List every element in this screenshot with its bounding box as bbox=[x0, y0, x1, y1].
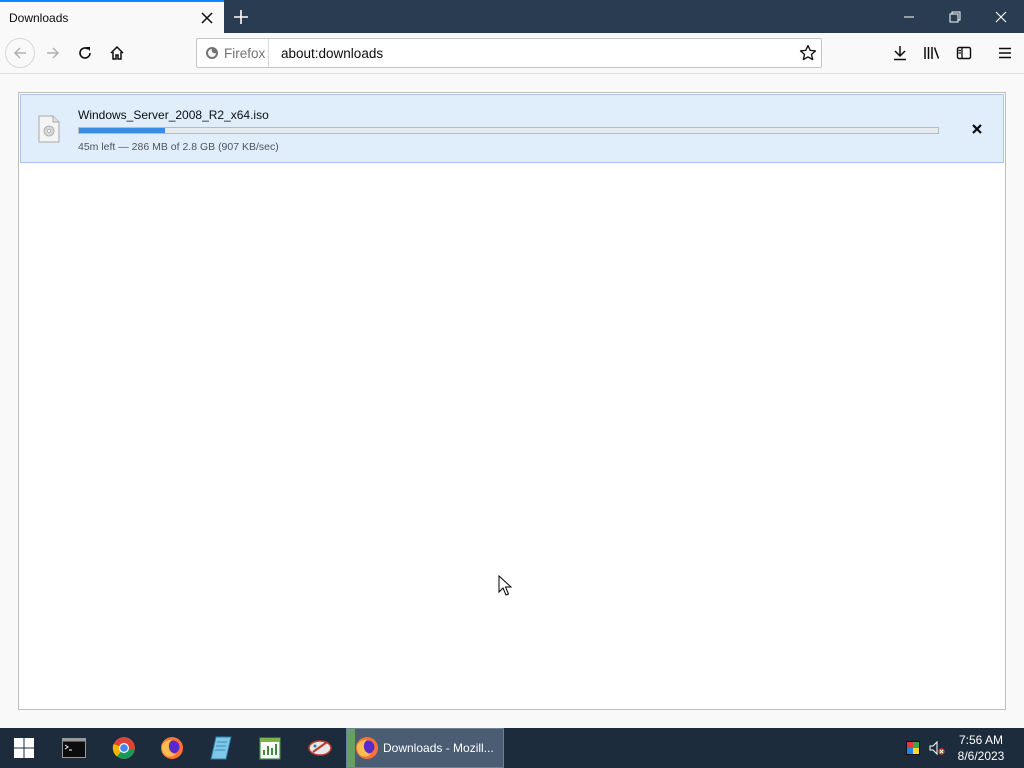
command-prompt-icon bbox=[62, 738, 86, 758]
restore-button[interactable] bbox=[932, 0, 978, 33]
close-icon bbox=[995, 11, 1007, 22]
cancel-download-icon[interactable] bbox=[970, 122, 984, 136]
system-clock[interactable]: 7:56 AM 8/6/2023 bbox=[950, 732, 1012, 764]
taskbar-active-window[interactable]: Downloads - Mozill... bbox=[346, 728, 504, 768]
library-button[interactable] bbox=[917, 38, 947, 68]
reload-button[interactable] bbox=[70, 38, 100, 68]
download-progress-fill bbox=[79, 128, 165, 133]
taskbar-firefox[interactable] bbox=[148, 728, 196, 768]
spreadsheet-icon bbox=[259, 737, 281, 760]
tab-downloads[interactable]: Downloads bbox=[0, 0, 224, 33]
taskbar-active-accent bbox=[347, 729, 355, 767]
paint-tool-icon bbox=[308, 740, 332, 756]
downloads-button[interactable] bbox=[885, 38, 915, 68]
tab-title: Downloads bbox=[9, 11, 69, 25]
sidebar-icon bbox=[956, 46, 972, 60]
home-icon bbox=[110, 45, 124, 60]
taskbar-command-prompt[interactable] bbox=[50, 728, 98, 768]
home-button[interactable] bbox=[102, 38, 132, 68]
forward-button[interactable] bbox=[38, 38, 68, 68]
close-tab-icon[interactable] bbox=[199, 10, 215, 26]
minimize-icon bbox=[904, 16, 914, 17]
clock-date: 8/6/2023 bbox=[957, 749, 1005, 763]
identity-label: Firefox bbox=[224, 46, 266, 61]
back-button[interactable] bbox=[5, 38, 35, 68]
title-bar: Downloads bbox=[0, 0, 1024, 33]
reload-icon bbox=[79, 47, 91, 59]
taskbar-paint-tool[interactable] bbox=[296, 728, 344, 768]
back-arrow-icon bbox=[13, 47, 26, 59]
downloads-list: Windows_Server_2008_R2_x64.iso 45m left … bbox=[18, 92, 1006, 710]
download-progress-bar bbox=[78, 127, 939, 134]
hamburger-menu-icon bbox=[999, 47, 1011, 59]
sidebar-button[interactable] bbox=[949, 38, 979, 68]
bookmark-star-icon[interactable] bbox=[799, 44, 817, 62]
clock-time: 7:56 AM bbox=[958, 733, 1004, 747]
color-tray-icon[interactable] bbox=[905, 740, 921, 756]
url-bar[interactable]: Firefox about:downloads bbox=[196, 38, 822, 68]
firefox-icon bbox=[356, 737, 378, 759]
chrome-icon bbox=[112, 737, 135, 759]
download-filename: Windows_Server_2008_R2_x64.iso bbox=[78, 108, 269, 122]
minimize-button[interactable] bbox=[886, 0, 932, 33]
download-status: 45m left — 286 MB of 2.8 GB (907 KB/sec) bbox=[78, 141, 279, 153]
download-item[interactable]: Windows_Server_2008_R2_x64.iso 45m left … bbox=[20, 94, 1004, 163]
download-arrow-icon bbox=[894, 46, 906, 61]
navigation-toolbar: Firefox about:downloads bbox=[0, 33, 1024, 74]
firefox-identity-icon bbox=[206, 47, 218, 59]
taskbar: Downloads - Mozill... 7:56 AM 8/6/2023 bbox=[0, 728, 1024, 768]
new-tab-plus-icon[interactable] bbox=[230, 6, 252, 28]
taskbar-spreadsheet[interactable] bbox=[246, 728, 294, 768]
disc-image-file-icon bbox=[38, 115, 60, 143]
taskbar-window-title: Downloads - Mozill... bbox=[383, 741, 494, 755]
url-text[interactable]: about:downloads bbox=[281, 46, 383, 61]
site-identity[interactable]: Firefox bbox=[197, 39, 269, 67]
windows-logo-icon bbox=[14, 738, 34, 758]
forward-arrow-icon bbox=[47, 47, 60, 59]
taskbar-chrome[interactable] bbox=[100, 728, 148, 768]
start-button[interactable] bbox=[0, 728, 48, 768]
menu-button[interactable] bbox=[990, 38, 1020, 68]
taskbar-notepad[interactable] bbox=[197, 728, 245, 768]
library-icon bbox=[924, 47, 940, 59]
restore-icon bbox=[949, 11, 961, 22]
volume-muted-icon[interactable] bbox=[929, 740, 945, 756]
mouse-cursor-icon bbox=[498, 575, 512, 596]
notepad-icon bbox=[210, 736, 232, 760]
firefox-icon bbox=[161, 737, 183, 759]
close-window-button[interactable] bbox=[978, 0, 1024, 33]
